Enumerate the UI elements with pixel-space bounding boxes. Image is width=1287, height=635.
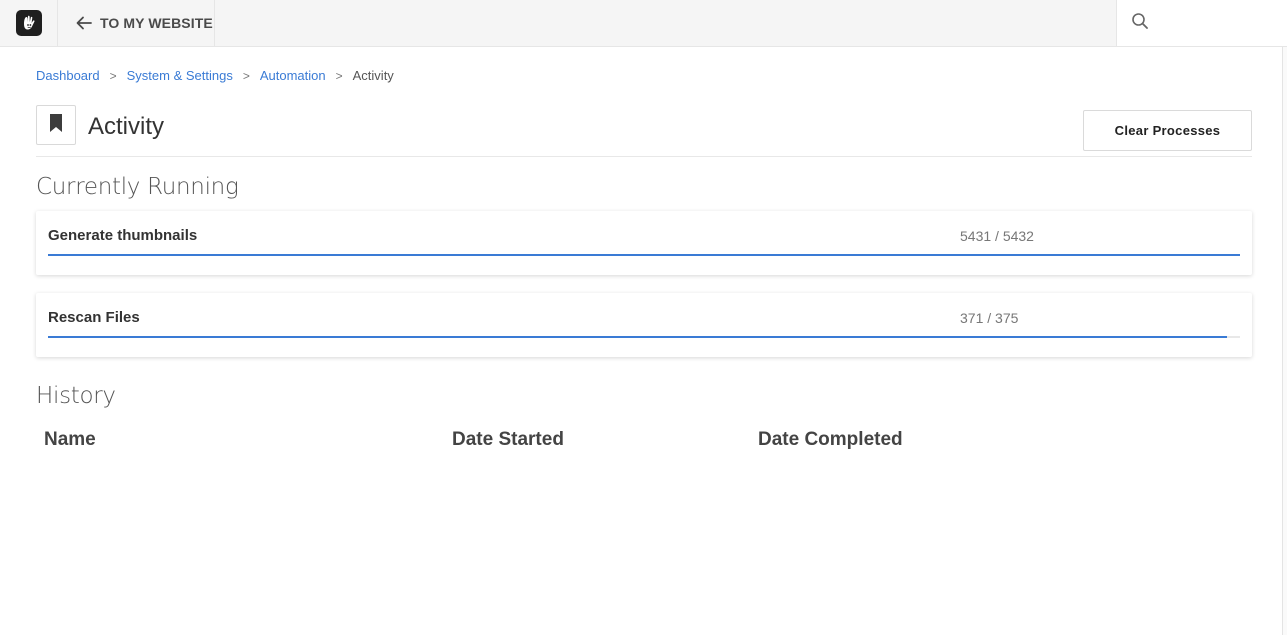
search-area[interactable] <box>1116 0 1287 46</box>
to-my-website-label: TO MY WEBSITE <box>100 15 213 31</box>
process-name: Rescan Files <box>48 309 140 326</box>
process-count: 5431 / 5432 <box>960 228 1034 244</box>
logo-link[interactable] <box>0 0 58 46</box>
column-header-date-completed[interactable]: Date Completed <box>758 429 903 451</box>
top-bar: TO MY WEBSITE <box>0 0 1287 47</box>
page-icon-box <box>36 105 76 145</box>
column-header-name[interactable]: Name <box>44 429 96 451</box>
breadcrumb-automation[interactable]: Automation <box>260 68 326 83</box>
process-name: Generate thumbnails <box>48 227 198 244</box>
header-divider <box>36 156 1252 157</box>
breadcrumb-separator: > <box>335 68 343 83</box>
arrow-left-icon <box>75 14 93 32</box>
currently-running-title: Currently Running <box>36 174 239 200</box>
search-icon[interactable] <box>1131 12 1149 35</box>
breadcrumb-separator: > <box>109 68 117 83</box>
bookmark-icon <box>48 113 64 138</box>
scrollbar[interactable] <box>1282 47 1287 635</box>
page-title: Activity <box>88 113 165 140</box>
column-header-date-started[interactable]: Date Started <box>452 429 564 451</box>
breadcrumb-dashboard[interactable]: Dashboard <box>36 68 100 83</box>
clear-processes-button[interactable]: Clear Processes <box>1083 110 1252 151</box>
breadcrumb-system-settings[interactable]: System & Settings <box>127 68 233 83</box>
breadcrumb-current: Activity <box>352 68 394 83</box>
concrete-hand-logo-icon <box>15 10 42 36</box>
breadcrumb-separator: > <box>242 68 250 83</box>
to-my-website-link[interactable]: TO MY WEBSITE <box>59 0 215 46</box>
progress-fill <box>48 336 1228 338</box>
progress-fill <box>48 254 1240 256</box>
process-count: 371 / 375 <box>960 310 1019 326</box>
progress-bar <box>48 254 1240 256</box>
breadcrumb: Dashboard > System & Settings > Automati… <box>36 68 394 83</box>
process-card: Generate thumbnails 5431 / 5432 <box>36 211 1252 275</box>
history-title: History <box>36 383 116 409</box>
progress-bar <box>48 336 1240 338</box>
process-card: Rescan Files 371 / 375 <box>36 293 1252 357</box>
